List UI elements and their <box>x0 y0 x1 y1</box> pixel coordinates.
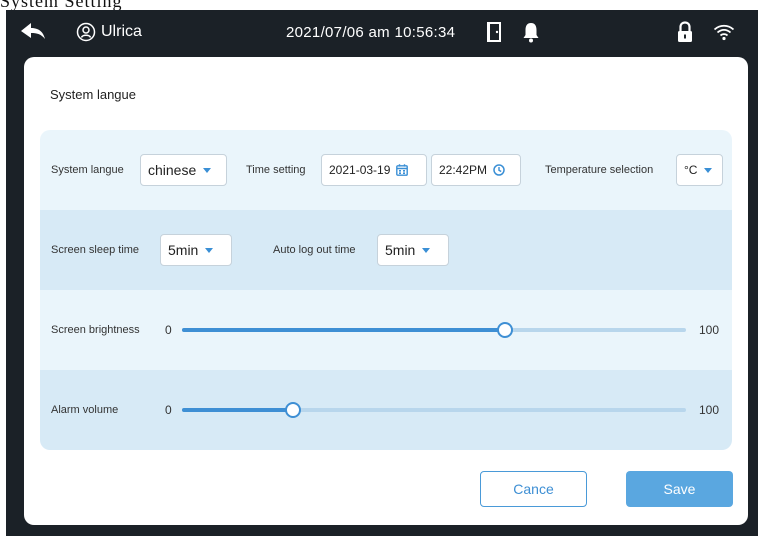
settings-row-timeouts: Screen sleep time 5min Auto log out time… <box>40 210 732 290</box>
date-value: 2021-03-19 <box>329 163 391 177</box>
settings-row-general: System langue chinese Time setting 2021-… <box>40 130 732 210</box>
language-select[interactable]: chinese <box>140 154 227 186</box>
chevron-down-icon <box>205 247 214 253</box>
settings-list: System langue chinese Time setting 2021-… <box>40 130 732 450</box>
save-button[interactable]: Save <box>626 471 733 507</box>
time-setting-label: Time setting <box>246 164 306 176</box>
date-picker[interactable]: 2021-03-19 <box>321 154 427 186</box>
language-label: System langue <box>51 164 124 176</box>
clock-icon <box>493 164 505 176</box>
auto-logout-select[interactable]: 5min <box>377 234 449 266</box>
alarm-volume-thumb[interactable] <box>284 402 301 418</box>
datetime-display: 2021/07/06 am 10:56:34 <box>286 23 456 41</box>
system-setting-panel: System langue System langue chinese Time… <box>24 57 748 525</box>
calendar-icon <box>396 164 409 176</box>
time-value: 22:42PM <box>439 163 488 177</box>
temperature-value: °C <box>684 163 698 177</box>
temperature-label: Temperature selection <box>545 164 654 176</box>
wifi-icon[interactable] <box>713 10 735 54</box>
brightness-thumb[interactable] <box>496 322 513 338</box>
user-name: Ulrica <box>101 23 142 40</box>
settings-row-alarm: Alarm volume 0 100 <box>40 370 732 450</box>
time-picker[interactable]: 22:42PM <box>431 154 521 186</box>
chevron-down-icon <box>203 167 212 173</box>
temperature-select[interactable]: °C <box>676 154 723 186</box>
alarm-volume-min: 0 <box>165 403 172 417</box>
settings-row-brightness: Screen brightness 0 100 <box>40 290 732 370</box>
panel-title: System langue <box>50 87 136 102</box>
auto-logout-value: 5min <box>385 242 416 258</box>
brightness-slider[interactable] <box>182 290 686 370</box>
screen-sleep-label: Screen sleep time <box>51 244 140 256</box>
chevron-down-icon <box>704 167 713 173</box>
bell-icon[interactable] <box>522 10 540 54</box>
brightness-min: 0 <box>165 323 172 337</box>
cancel-button[interactable]: Cance <box>480 471 587 507</box>
chevron-down-icon <box>422 247 431 253</box>
alarm-volume-label: Alarm volume <box>51 404 119 416</box>
lock-icon[interactable] <box>676 10 694 54</box>
back-arrow-icon[interactable] <box>20 10 46 54</box>
status-bar: Ulrica 2021/07/06 am 10:56:34 <box>6 10 758 54</box>
alarm-volume-max: 100 <box>699 403 720 417</box>
brightness-label: Screen brightness <box>51 324 140 336</box>
screen-sleep-value: 5min <box>168 242 199 258</box>
door-icon[interactable] <box>486 10 502 54</box>
device-screen: Ulrica 2021/07/06 am 10:56:34 System lan… <box>6 10 758 536</box>
user-icon[interactable] <box>76 10 96 54</box>
alarm-volume-fill <box>182 408 293 412</box>
language-value: chinese <box>148 162 197 178</box>
brightness-fill <box>182 328 505 332</box>
auto-logout-label: Auto log out time <box>273 244 356 256</box>
brightness-max: 100 <box>699 323 720 337</box>
alarm-volume-slider[interactable] <box>182 370 686 450</box>
screen-sleep-select[interactable]: 5min <box>160 234 232 266</box>
